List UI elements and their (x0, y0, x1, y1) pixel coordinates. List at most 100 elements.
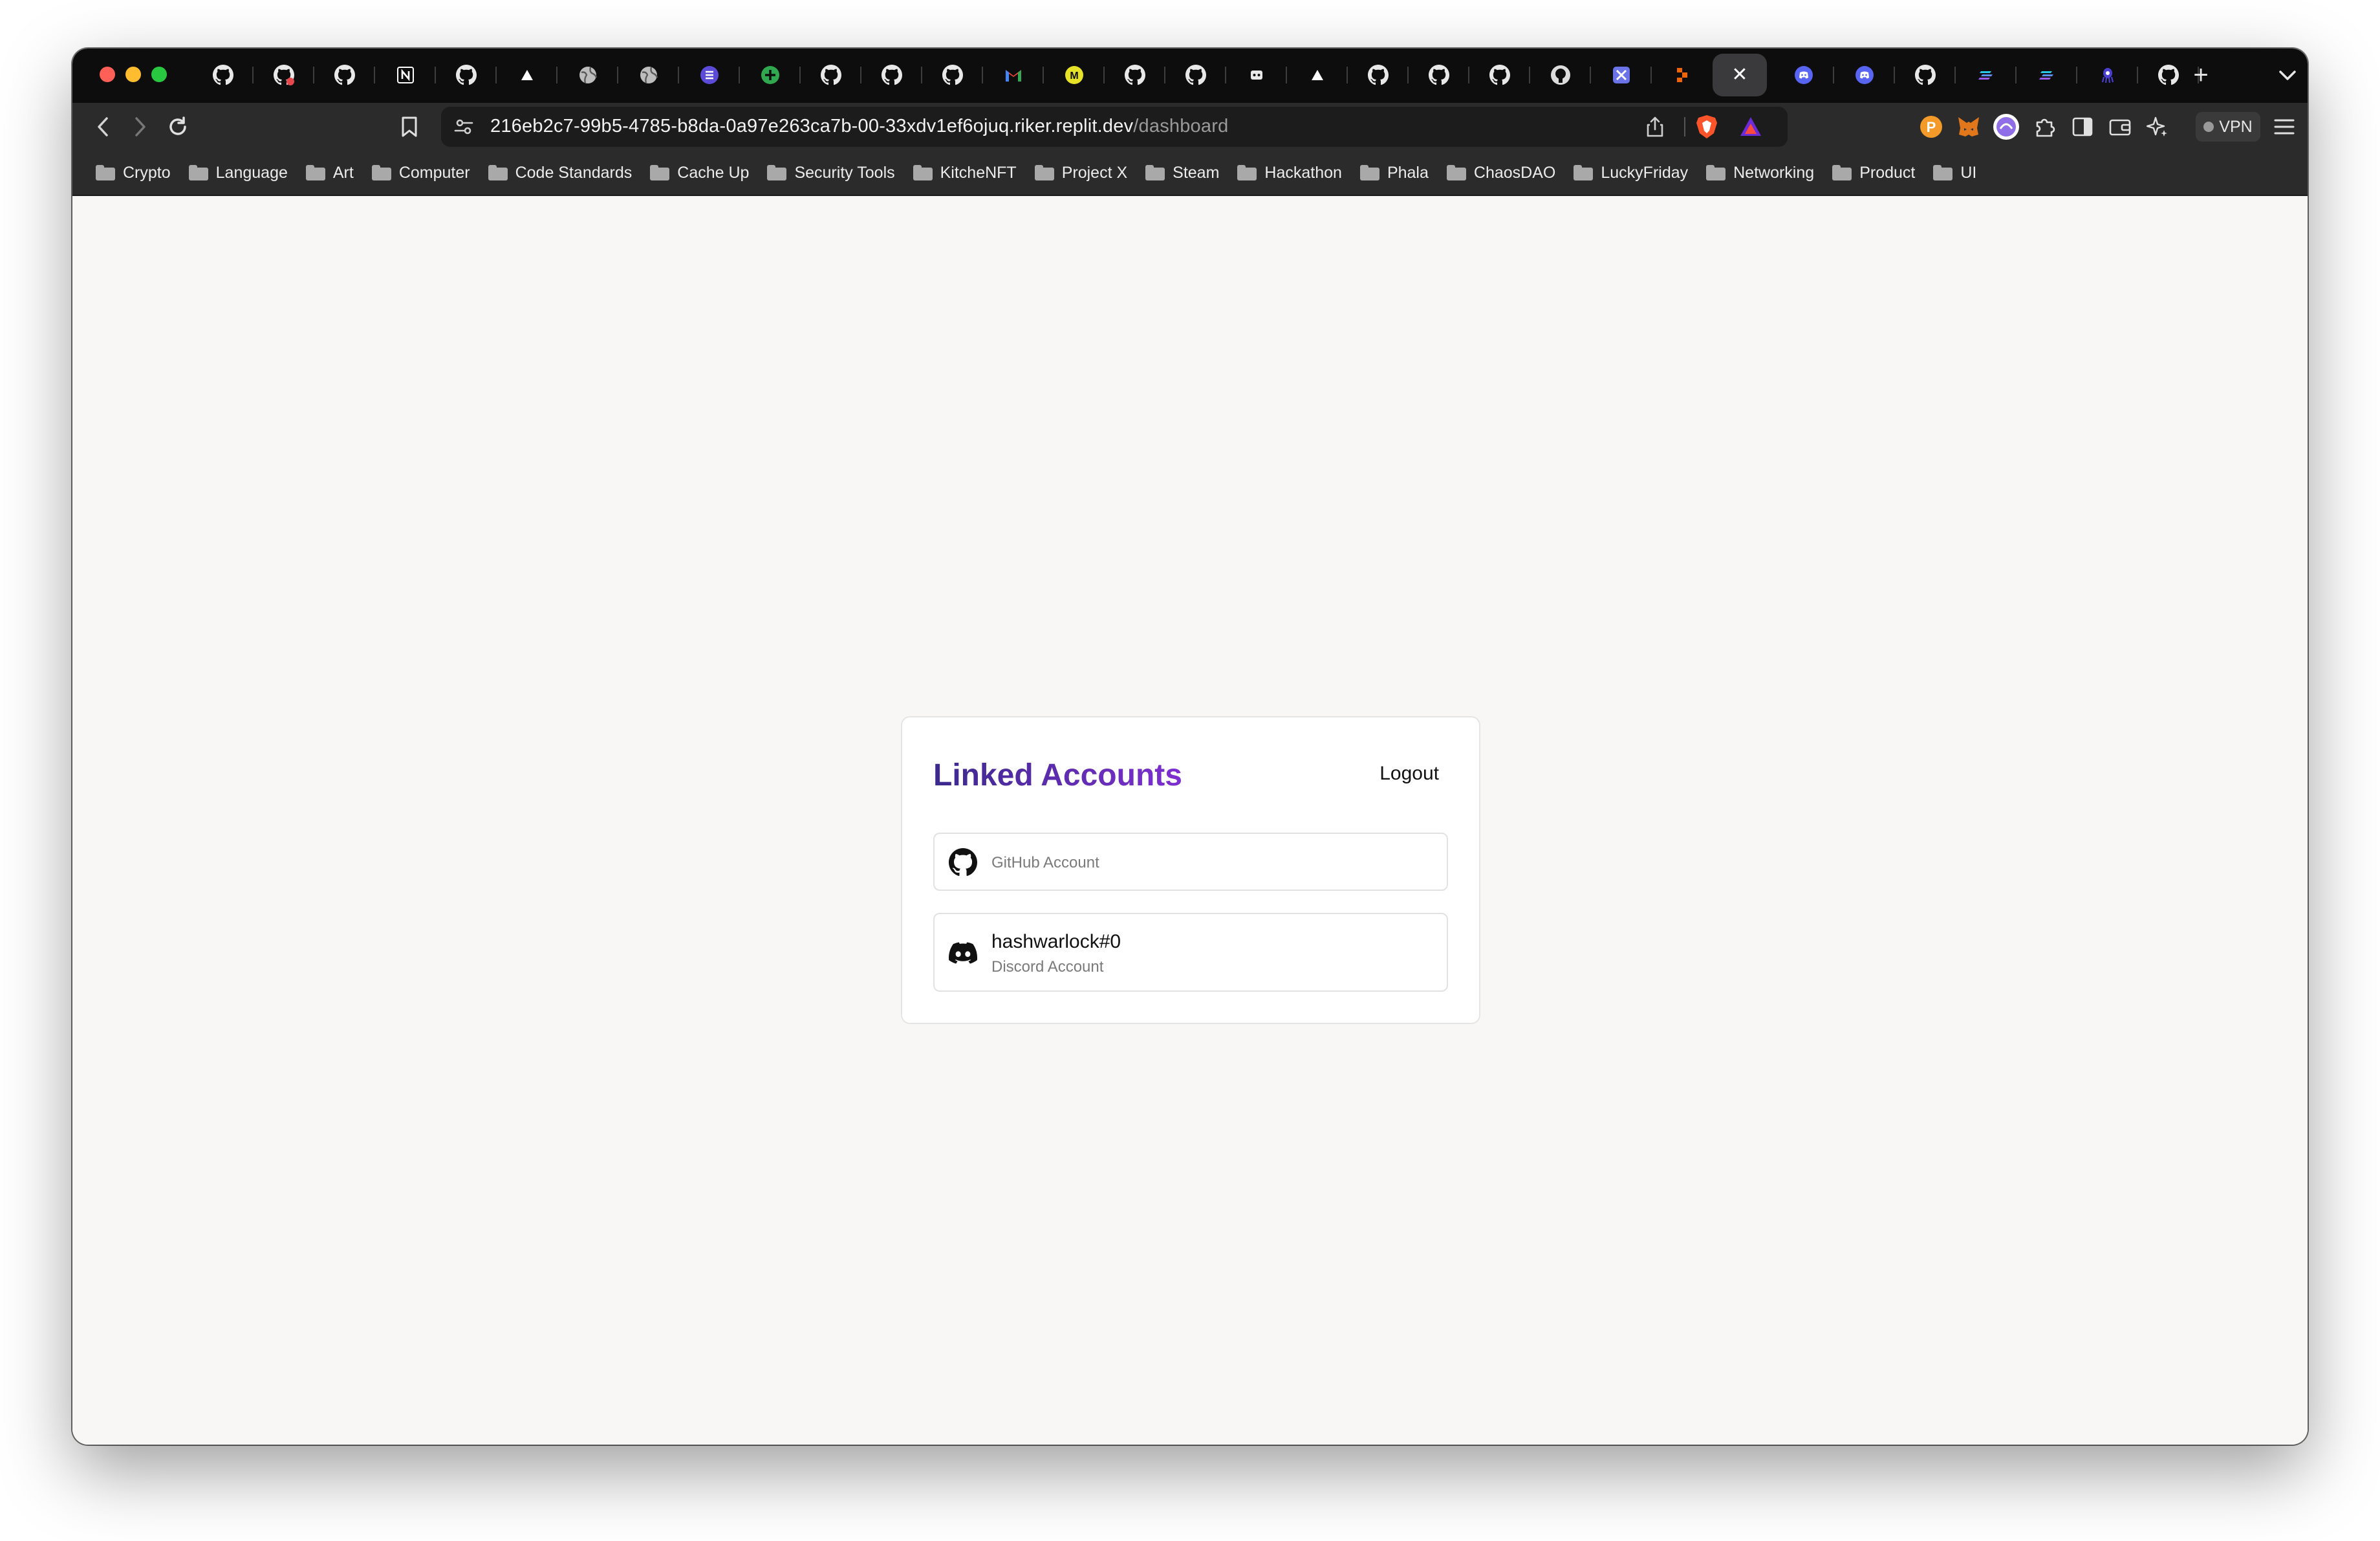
vpn-status-icon (2203, 122, 2214, 132)
bookmark-folder[interactable]: Product (1824, 160, 1925, 186)
chevron-right-icon (135, 117, 146, 137)
browser-tab[interactable] (1956, 54, 2017, 96)
reload-button[interactable] (162, 111, 194, 143)
browser-tab[interactable] (375, 54, 436, 96)
brave-shields-icon[interactable] (1694, 114, 1719, 140)
extension-p-button[interactable]: P (1917, 113, 1945, 141)
bookmark-folder[interactable]: KitcheNFT (905, 160, 1027, 186)
github-icon (212, 64, 234, 86)
github-icon (1124, 64, 1146, 86)
browser-tab[interactable] (983, 54, 1044, 96)
folder-icon (1832, 165, 1852, 180)
browser-tab[interactable] (1895, 54, 1956, 96)
browser-tab[interactable] (254, 54, 314, 96)
leo-ai-button[interactable] (2143, 113, 2172, 141)
bookmark-label: ChaosDAO (1473, 163, 1556, 182)
extensions-button[interactable] (2031, 113, 2059, 141)
tab-strip: M ✕ + (72, 49, 2308, 103)
browser-tab[interactable] (1348, 54, 1409, 96)
bookmark-folder[interactable]: Hackathon (1229, 160, 1352, 186)
browser-tab[interactable] (1530, 54, 1591, 96)
browser-tab[interactable] (497, 54, 557, 96)
close-icon[interactable]: ✕ (1729, 64, 1751, 86)
hamburger-menu-icon (2274, 119, 2295, 135)
browser-tab[interactable] (436, 54, 497, 96)
close-window-button[interactable] (100, 67, 115, 82)
bookmark-label: UI (1960, 163, 1977, 182)
zoom-window-button[interactable] (151, 67, 167, 82)
browser-tab[interactable] (1652, 54, 1713, 96)
metamask-button[interactable] (1954, 113, 1983, 141)
folder-icon (96, 165, 115, 180)
wallet-button[interactable] (2106, 113, 2134, 141)
browser-tab[interactable] (1105, 54, 1165, 96)
new-tab-button[interactable]: + (2180, 54, 2222, 96)
browser-tab[interactable] (1287, 54, 1348, 96)
bookmark-folder[interactable]: Crypto (88, 160, 181, 186)
forward-button[interactable] (124, 111, 157, 143)
bookmark-folder[interactable]: Networking (1698, 160, 1824, 186)
browser-tab[interactable] (1165, 54, 1226, 96)
browser-tab[interactable]: M (1044, 54, 1105, 96)
browser-tab[interactable] (922, 54, 983, 96)
github-icon (1185, 64, 1207, 86)
browser-tab[interactable] (2017, 54, 2077, 96)
url-text[interactable]: 216eb2c7-99b5-4785-b8da-0a97e263ca7b-00-… (490, 116, 1228, 137)
github-icon (949, 848, 977, 876)
bookmark-folder[interactable]: Phala (1352, 160, 1439, 186)
bookmark-folder[interactable]: Project X (1027, 160, 1138, 186)
github-icon (1428, 64, 1450, 86)
avatar-icon (1993, 114, 2019, 140)
browser-tab[interactable] (1409, 54, 1469, 96)
browser-tab[interactable] (801, 54, 861, 96)
bookmark-folder[interactable]: Code Standards (481, 160, 643, 186)
sidebar-toggle-button[interactable] (2068, 113, 2097, 141)
vpn-button[interactable]: VPN (2196, 112, 2260, 142)
browser-window: M ✕ + 216eb2c7-99b5-4785-b8da-0a97e263ca7… (72, 49, 2308, 1445)
back-button[interactable] (87, 111, 119, 143)
share-icon[interactable] (1644, 116, 1666, 138)
svg-text:P: P (1927, 119, 1936, 135)
bookmark-label: Security Tools (794, 163, 895, 182)
browser-tab[interactable] (1773, 54, 1834, 96)
bookmark-folder[interactable]: ChaosDAO (1439, 160, 1566, 186)
browser-tab[interactable]: ✕ (1713, 54, 1767, 96)
browser-tab[interactable] (193, 54, 254, 96)
profile-extension-button[interactable] (1992, 113, 2020, 141)
bookmark-label: Crypto (123, 163, 171, 182)
browser-tab[interactable] (314, 54, 375, 96)
bookmark-folder[interactable]: Security Tools (759, 160, 905, 186)
address-bar[interactable]: 216eb2c7-99b5-4785-b8da-0a97e263ca7b-00-… (441, 107, 1788, 147)
vpn-label: VPN (2219, 117, 2253, 136)
browser-tab[interactable] (618, 54, 679, 96)
bookmark-folder[interactable]: Art (298, 160, 364, 186)
wallet-icon (2109, 119, 2131, 136)
browser-tab[interactable] (679, 54, 740, 96)
discord-account-item[interactable]: hashwarlock#0 Discord Account (933, 913, 1448, 992)
browser-tab[interactable] (1469, 54, 1530, 96)
main-menu-button[interactable] (2270, 113, 2299, 141)
folder-icon (767, 165, 787, 180)
browser-tab[interactable] (1591, 54, 1652, 96)
tab-menu-button[interactable] (2271, 58, 2304, 94)
site-settings-icon[interactable] (453, 116, 475, 138)
github-account-item[interactable]: GitHub Account (933, 833, 1448, 891)
minimize-window-button[interactable] (125, 67, 141, 82)
bookmark-folder[interactable]: UI (1925, 160, 1987, 186)
brave-rewards-icon[interactable] (1738, 115, 1763, 139)
browser-tab[interactable] (1834, 54, 1895, 96)
browser-tab[interactable] (740, 54, 801, 96)
bookmark-folder[interactable]: Computer (364, 160, 481, 186)
browser-tab[interactable] (2077, 54, 2138, 96)
bookmark-label: Code Standards (515, 163, 633, 182)
browser-tab[interactable] (861, 54, 922, 96)
bookmark-folder[interactable]: Language (181, 160, 298, 186)
triangle-icon (1306, 64, 1328, 86)
bookmark-button[interactable] (393, 111, 426, 143)
bookmark-folder[interactable]: Cache Up (642, 160, 759, 186)
bookmark-folder[interactable]: Steam (1138, 160, 1229, 186)
browser-tab[interactable] (1226, 54, 1287, 96)
bookmark-folder[interactable]: LuckyFriday (1566, 160, 1698, 186)
logout-button[interactable]: Logout (1379, 763, 1439, 785)
browser-tab[interactable] (557, 54, 618, 96)
